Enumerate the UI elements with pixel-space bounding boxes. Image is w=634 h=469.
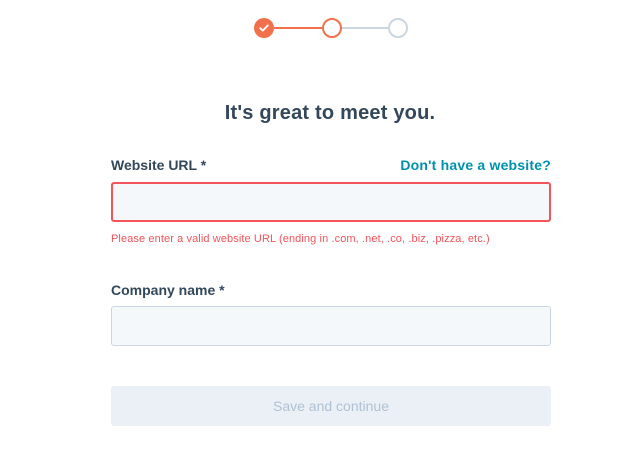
- step-connector-complete: [274, 27, 322, 29]
- website-url-input[interactable]: [111, 182, 551, 222]
- progress-stepper: [0, 0, 634, 56]
- save-and-continue-button[interactable]: Save and continue: [111, 386, 551, 426]
- no-website-link[interactable]: Don't have a website?: [400, 157, 551, 173]
- page-title: It's great to meet you.: [224, 102, 436, 124]
- step-1-complete: [254, 18, 274, 38]
- check-icon: [259, 24, 269, 32]
- website-url-label: Website URL *: [111, 157, 207, 173]
- company-name-label: Company name *: [111, 282, 225, 298]
- step-2-current: [322, 18, 342, 38]
- website-url-error: Please enter a valid website URL (ending…: [111, 233, 490, 245]
- step-connector-upcoming: [342, 27, 388, 29]
- step-3-upcoming: [388, 18, 408, 38]
- company-name-input[interactable]: [111, 306, 551, 346]
